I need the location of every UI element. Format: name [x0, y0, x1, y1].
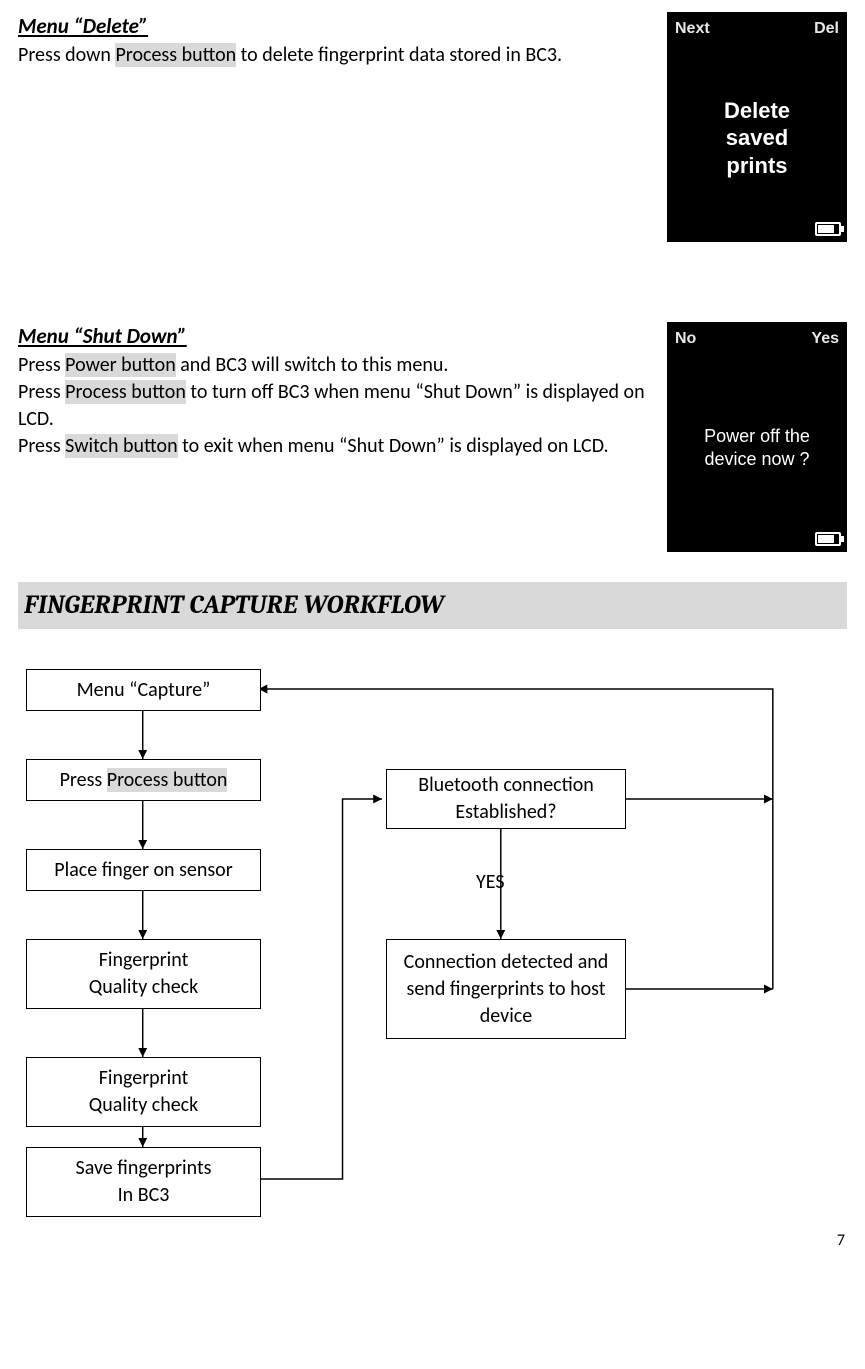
flow-box-quality-check: Fingerprint Quality check: [26, 939, 261, 1009]
flow-box-press-process: Press Process button: [26, 759, 261, 801]
flow-box-save: Save fingerprints In BC3: [26, 1147, 261, 1217]
flow-box-menu-capture: Menu “Capture”: [26, 669, 261, 711]
shutdown-l1-pre: Press: [18, 353, 65, 377]
battery-icon-2: [815, 532, 841, 546]
process-button-mention-2: Process button: [65, 380, 186, 404]
switch-button-mention: Switch button: [65, 434, 177, 458]
flow-box-quality-check-repeat: Fingerprint Quality check: [26, 1057, 261, 1127]
delete-text-pre: Press down: [18, 43, 115, 67]
shutdown-line2: Press Process button to turn off BC3 whe…: [18, 379, 649, 433]
delete-heading: Menu “Delete”: [18, 12, 649, 40]
section-menu-shutdown: Menu “Shut Down” Press Power button and …: [18, 322, 847, 552]
screen-top-bar-2: No Yes: [675, 328, 839, 350]
flow-label-yes: YES: [476, 869, 505, 896]
shutdown-line3: Press Switch button to exit when menu “S…: [18, 433, 649, 460]
section-menu-delete: Menu “Delete” Press down Process button …: [18, 12, 847, 242]
screen-softkey-right-2: Yes: [811, 328, 839, 350]
shutdown-device-screen: No Yes Power off the device now ?: [667, 322, 847, 552]
process-button-mention: Process button: [115, 43, 236, 67]
screen-body-text: Delete saved prints: [675, 40, 839, 236]
workflow-heading: FINGERPRINT CAPTURE WORKFLOW: [18, 582, 847, 629]
shutdown-l2-pre: Press: [18, 380, 65, 404]
shutdown-l1-post: and BC3 will switch to this menu.: [176, 353, 449, 377]
delete-text-post: to delete fingerprint data stored in BC3…: [236, 43, 562, 67]
battery-icon: [815, 222, 841, 236]
power-button-mention: Power button: [65, 353, 176, 377]
page-number: 7: [837, 1230, 845, 1252]
screen-body-text-2: Power off the device now ?: [675, 350, 839, 546]
shutdown-text-block: Menu “Shut Down” Press Power button and …: [18, 322, 649, 552]
workflow-flowchart: Menu “Capture” Press Process button Plac…: [26, 669, 847, 1229]
screen-softkey-left: Next: [675, 18, 710, 40]
screen-softkey-right: Del: [814, 18, 839, 40]
screen-top-bar: Next Del: [675, 18, 839, 40]
delete-paragraph: Press down Process button to delete fing…: [18, 42, 649, 69]
screen-softkey-left-2: No: [675, 328, 696, 350]
shutdown-line1: Press Power button and BC3 will switch t…: [18, 352, 649, 379]
delete-device-screen: Next Del Delete saved prints: [667, 12, 847, 242]
shutdown-l3-pre: Press: [18, 434, 65, 458]
flow-process-button-mention: Process button: [107, 768, 228, 792]
flow-press-pre: Press: [60, 768, 107, 792]
shutdown-l3-post: to exit when menu “Shut Down” is display…: [178, 434, 609, 458]
delete-text-block: Menu “Delete” Press down Process button …: [18, 12, 649, 242]
flow-box-connection-detected: Connection detected and send fingerprint…: [386, 939, 626, 1039]
flow-box-place-finger: Place finger on sensor: [26, 849, 261, 891]
flow-box-bluetooth: Bluetooth connection Established?: [386, 769, 626, 829]
flow-box-quality-check-repeat-text: Fingerprint Quality check: [89, 1065, 198, 1119]
shutdown-heading: Menu “Shut Down”: [18, 322, 649, 350]
